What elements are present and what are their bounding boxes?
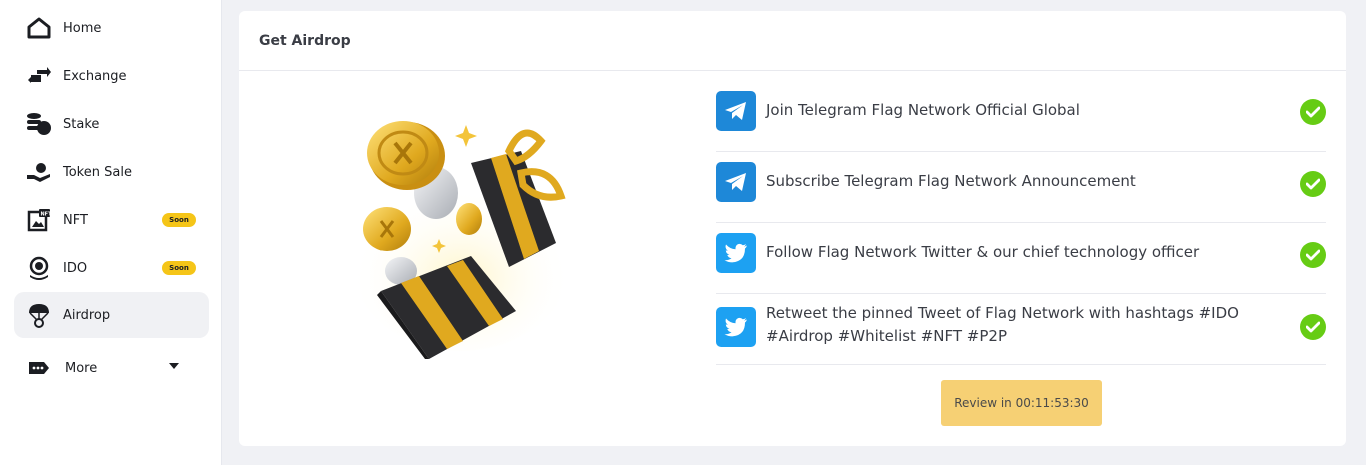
airdrop-card: Get Airdrop Join Telegram Flag Network O…	[239, 11, 1346, 446]
token-sale-icon	[26, 159, 52, 185]
more-icon	[26, 355, 52, 381]
soon-badge: Soon	[162, 213, 196, 227]
sidebar-item-label: Airdrop	[63, 307, 111, 323]
task-row-twitter-follow: Follow Flag Network Twitter & our chief …	[716, 223, 1326, 294]
sidebar-item-nft[interactable]: NFT NFT Soon	[14, 197, 209, 243]
exchange-icon	[26, 63, 52, 89]
sidebar-item-label: More	[65, 360, 98, 376]
gift-box-illustration	[351, 111, 591, 359]
page-title: Get Airdrop	[259, 32, 351, 49]
task-text: Follow Flag Network Twitter & our chief …	[766, 243, 1200, 261]
check-icon	[1300, 171, 1326, 197]
task-text: Join Telegram Flag Network Official Glob…	[766, 101, 1080, 119]
task-row-twitter-retweet: Retweet the pinned Tweet of Flag Network…	[716, 294, 1326, 365]
sidebar-item-airdrop[interactable]: Airdrop	[14, 292, 209, 338]
ido-icon	[26, 255, 52, 281]
task-text: Subscribe Telegram Flag Network Announce…	[766, 172, 1136, 190]
twitter-icon[interactable]	[716, 233, 756, 273]
sidebar-item-token-sale[interactable]: Token Sale	[14, 149, 209, 195]
sidebar-item-label: Exchange	[63, 68, 127, 84]
check-icon	[1300, 99, 1326, 125]
sidebar-item-label: Stake	[63, 116, 100, 132]
telegram-icon[interactable]	[716, 91, 756, 131]
review-button[interactable]: Review in 00:11:53:30	[941, 380, 1102, 426]
soon-badge: Soon	[162, 261, 196, 275]
sidebar-item-stake[interactable]: Stake	[14, 101, 209, 147]
sidebar-item-exchange[interactable]: Exchange	[14, 53, 209, 99]
twitter-icon[interactable]	[716, 307, 756, 347]
check-icon	[1300, 242, 1326, 268]
nft-icon: NFT	[26, 207, 52, 233]
sidebar-item-home[interactable]: Home	[14, 5, 209, 51]
airdrop-icon	[26, 302, 52, 328]
task-row-telegram-announcement: Subscribe Telegram Flag Network Announce…	[716, 152, 1326, 223]
check-icon	[1300, 314, 1326, 340]
sidebar-item-more[interactable]: More	[14, 345, 209, 391]
sidebar: Home Exchange Stake Token Sale NFT NFT S…	[0, 0, 222, 465]
sidebar-item-label: NFT	[63, 212, 88, 228]
task-text: Retweet the pinned Tweet of Flag Network…	[766, 304, 1239, 345]
sidebar-item-label: IDO	[63, 260, 88, 276]
stake-icon	[26, 111, 52, 137]
task-row-telegram-global: Join Telegram Flag Network Official Glob…	[716, 81, 1326, 152]
telegram-icon[interactable]	[716, 162, 756, 202]
sidebar-item-ido[interactable]: IDO Soon	[14, 245, 209, 291]
sidebar-item-label: Home	[63, 20, 102, 36]
card-header: Get Airdrop	[239, 11, 1346, 71]
chevron-down-icon[interactable]	[169, 363, 179, 369]
home-icon	[26, 15, 52, 41]
sidebar-item-label: Token Sale	[63, 164, 132, 180]
svg-text:NFT: NFT	[41, 212, 52, 218]
